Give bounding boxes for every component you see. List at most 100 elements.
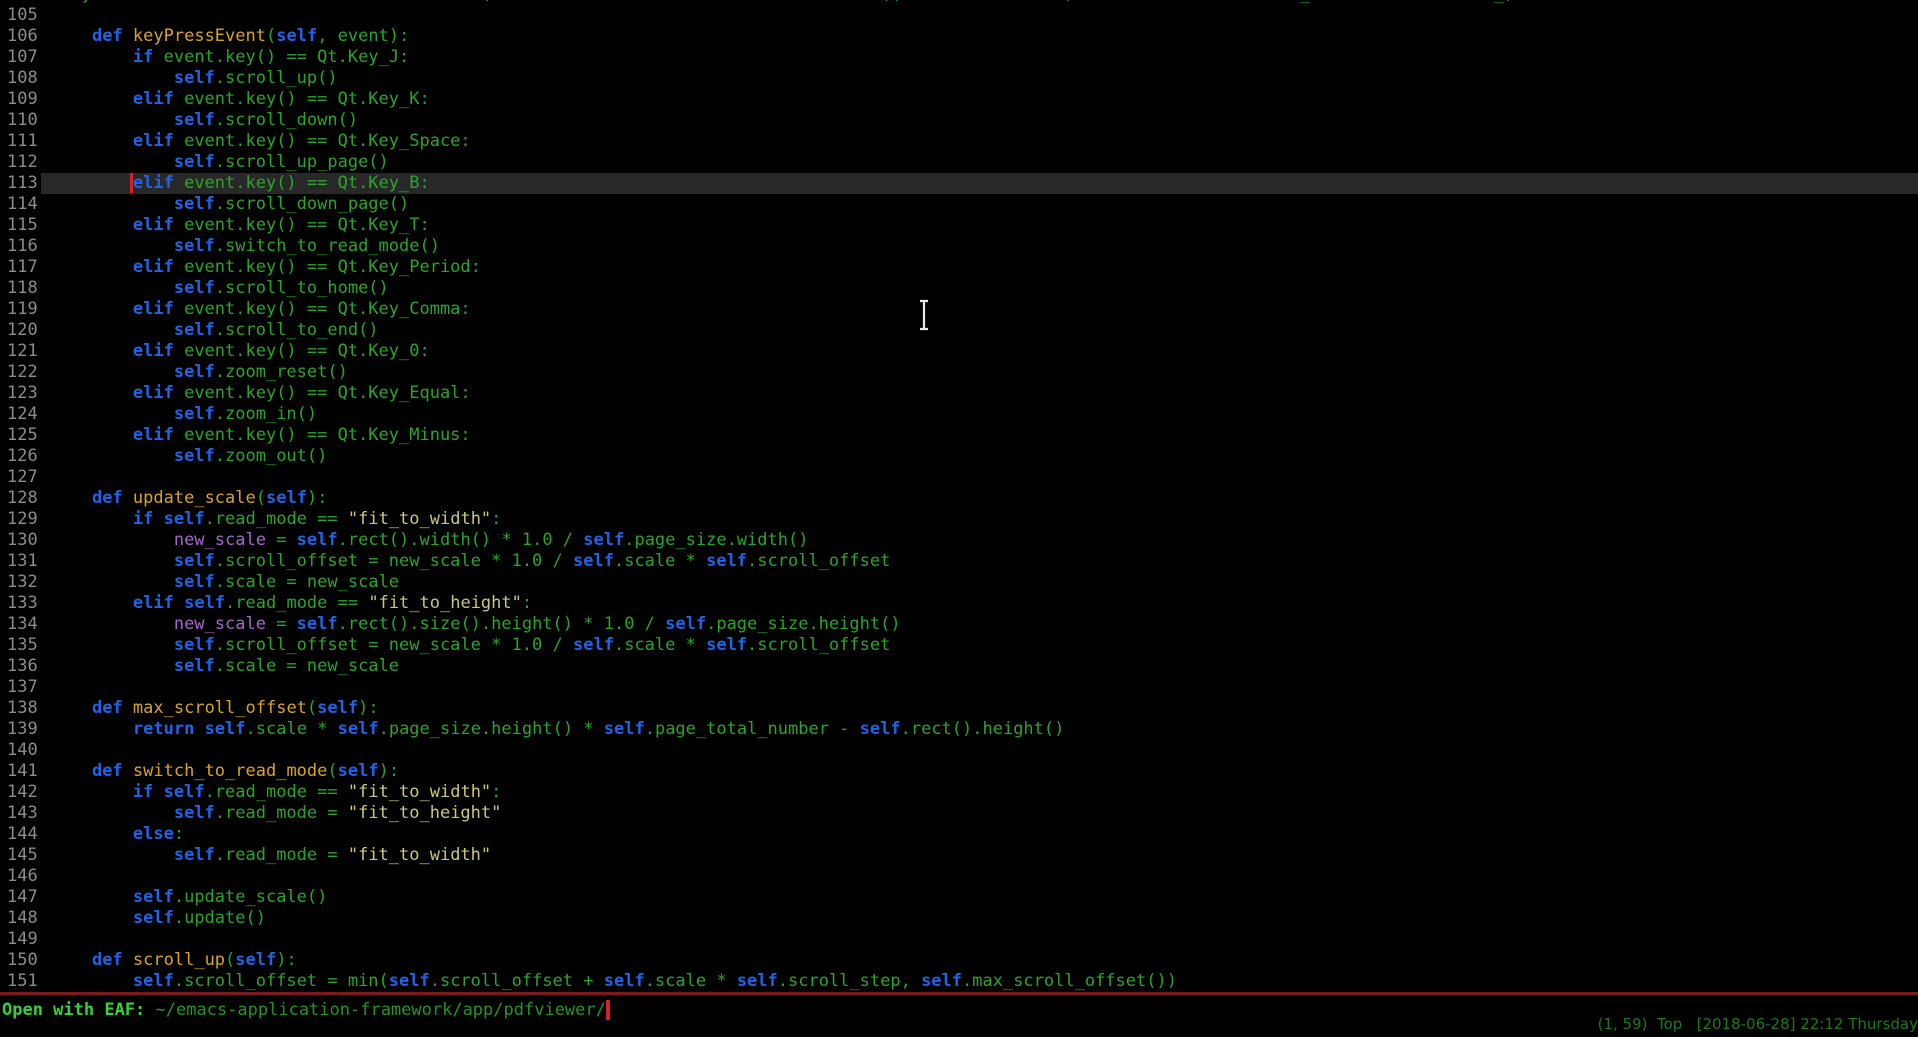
code-line[interactable]: 149 [0, 929, 1918, 950]
minibuffer-cursor [606, 1000, 610, 1020]
code-text: def scroll_up(self): [41, 950, 1918, 971]
code-line[interactable]: 118 self.scroll_to_home() [0, 278, 1918, 299]
code-line[interactable]: 137 [0, 677, 1918, 698]
line-number: 114 [0, 194, 41, 215]
code-line[interactable]: 105 [0, 5, 1918, 26]
code-line[interactable]: 135 self.scroll_offset = new_scale * 1.0… [0, 635, 1918, 656]
code-text: self.scroll_down_page() [41, 194, 1918, 215]
code-line[interactable]: 150 def scroll_up(self): [0, 950, 1918, 971]
code-line[interactable]: 130 new_scale = self.rect().width() * 1.… [0, 530, 1918, 551]
line-number: 115 [0, 215, 41, 236]
code-line[interactable]: 109 elif event.key() == Qt.Key_K: [0, 89, 1918, 110]
line-number: 124 [0, 404, 41, 425]
code-text: elif event.key() == Qt.Key_Period: [41, 257, 1918, 278]
code-text [41, 740, 1918, 761]
code-text: self.scroll_up() [41, 68, 1918, 89]
code-line[interactable]: 111 elif event.key() == Qt.Key_Space: [0, 131, 1918, 152]
code-line[interactable]: 145 self.read_mode = "fit_to_width" [0, 845, 1918, 866]
code-text: self.update() [41, 908, 1918, 929]
line-number: 119 [0, 299, 41, 320]
code-text: elif event.key() == Qt.Key_Minus: [41, 425, 1918, 446]
code-line[interactable]: 106 def keyPressEvent(self, event): [0, 26, 1918, 47]
code-line[interactable]: 144 else: [0, 824, 1918, 845]
code-text: self.scroll_offset = new_scale * 1.0 / s… [41, 551, 1918, 572]
code-text: self.zoom_reset() [41, 362, 1918, 383]
code-line[interactable]: 117 elif event.key() == Qt.Key_Period: [0, 257, 1918, 278]
tray-status: (1, 59) Top [2018-06-28] 22:12 Thursday [1598, 1014, 1918, 1035]
code-line[interactable]: 148 self.update() [0, 908, 1918, 929]
line-number: 122 [0, 362, 41, 383]
code-line[interactable]: 126 self.zoom_out() [0, 446, 1918, 467]
line-number: 126 [0, 446, 41, 467]
code-line[interactable]: 146 [0, 866, 1918, 887]
code-line[interactable]: 108 self.scroll_up() [0, 68, 1918, 89]
code-text: def update_scale(self): [41, 488, 1918, 509]
line-number: 140 [0, 740, 41, 761]
code-line[interactable]: 112 self.scroll_up_page() [0, 152, 1918, 173]
code-line[interactable]: 147 self.update_scale() [0, 887, 1918, 908]
code-line[interactable]: 133 elif self.read_mode == "fit_to_heigh… [0, 593, 1918, 614]
code-line[interactable]: 139 return self.scale * self.page_size.h… [0, 719, 1918, 740]
code-line[interactable]: 122 self.zoom_reset() [0, 362, 1918, 383]
code-line[interactable]: 110 self.scroll_down() [0, 110, 1918, 131]
code-line[interactable]: 140 [0, 740, 1918, 761]
line-number: 129 [0, 509, 41, 530]
line-number: 130 [0, 530, 41, 551]
line-number: 146 [0, 866, 41, 887]
line-number: 107 [0, 47, 41, 68]
code-line[interactable]: 120 self.scroll_to_end() [0, 320, 1918, 341]
line-number: 150 [0, 950, 41, 971]
minibuffer[interactable]: Open with EAF: ~/emacs-application-frame… [2, 1000, 610, 1021]
line-number: 145 [0, 845, 41, 866]
line-number: 105 [0, 5, 41, 26]
line-number: 149 [0, 929, 41, 950]
code-text [41, 467, 1918, 488]
code-line[interactable]: 131 self.scroll_offset = new_scale * 1.0… [0, 551, 1918, 572]
code-line[interactable]: 151 self.scroll_offset = min(self.scroll… [0, 971, 1918, 992]
code-line[interactable]: 125 elif event.key() == Qt.Key_Minus: [0, 425, 1918, 446]
code-text: elif event.key() == Qt.Key_K: [41, 89, 1918, 110]
code-text: def max_scroll_offset(self): [41, 698, 1918, 719]
line-number: 148 [0, 908, 41, 929]
code-text: if event.key() == Qt.Key_J: [41, 47, 1918, 68]
code-line[interactable]: 132 self.scale = new_scale [0, 572, 1918, 593]
code-line[interactable]: 123 elif event.key() == Qt.Key_Equal: [0, 383, 1918, 404]
code-text: elif event.key() == Qt.Key_T: [41, 215, 1918, 236]
code-text: self.scroll_to_home() [41, 278, 1918, 299]
mouse-ibeam-cursor [918, 299, 930, 331]
line-number: 135 [0, 635, 41, 656]
code-text: self.zoom_in() [41, 404, 1918, 425]
code-line[interactable]: 114 self.scroll_down_page() [0, 194, 1918, 215]
code-line[interactable]: 116 self.switch_to_read_mode() [0, 236, 1918, 257]
code-line[interactable]: 142 if self.read_mode == "fit_to_width": [0, 782, 1918, 803]
code-line[interactable]: 134 new_scale = self.rect().size().heigh… [0, 614, 1918, 635]
code-text: self.update_scale() [41, 887, 1918, 908]
code-text [41, 929, 1918, 950]
code-line[interactable]: 124 self.zoom_in() [0, 404, 1918, 425]
code-line[interactable]: 113 elif event.key() == Qt.Key_B: [0, 173, 1918, 194]
line-number: 147 [0, 887, 41, 908]
code-line[interactable]: 119 elif event.key() == Qt.Key_Comma: [0, 299, 1918, 320]
minibuffer-input[interactable]: ~/emacs-application-framework/app/pdfvie… [156, 1000, 606, 1020]
code-text [41, 866, 1918, 887]
code-area[interactable]: 104 y ( (( ) _ _)105106 def keyPressEven… [0, 0, 1918, 992]
minibuffer-prompt: Open with EAF: [2, 1000, 156, 1020]
code-text: self.scroll_up_page() [41, 152, 1918, 173]
code-line[interactable]: 128 def update_scale(self): [0, 488, 1918, 509]
line-number: 109 [0, 89, 41, 110]
code-text: else: [41, 824, 1918, 845]
code-text [41, 677, 1918, 698]
line-number: 127 [0, 467, 41, 488]
code-line[interactable]: 121 elif event.key() == Qt.Key_0: [0, 341, 1918, 362]
code-line[interactable]: 129 if self.read_mode == "fit_to_width": [0, 509, 1918, 530]
code-line[interactable]: 115 elif event.key() == Qt.Key_T: [0, 215, 1918, 236]
line-number: 118 [0, 278, 41, 299]
code-text: self.scroll_down() [41, 110, 1918, 131]
code-line[interactable]: 127 [0, 467, 1918, 488]
code-line[interactable]: 141 def switch_to_read_mode(self): [0, 761, 1918, 782]
code-line[interactable]: 143 self.read_mode = "fit_to_height" [0, 803, 1918, 824]
code-line[interactable]: 136 self.scale = new_scale [0, 656, 1918, 677]
code-line[interactable]: 138 def max_scroll_offset(self): [0, 698, 1918, 719]
line-number: 108 [0, 68, 41, 89]
code-line[interactable]: 107 if event.key() == Qt.Key_J: [0, 47, 1918, 68]
